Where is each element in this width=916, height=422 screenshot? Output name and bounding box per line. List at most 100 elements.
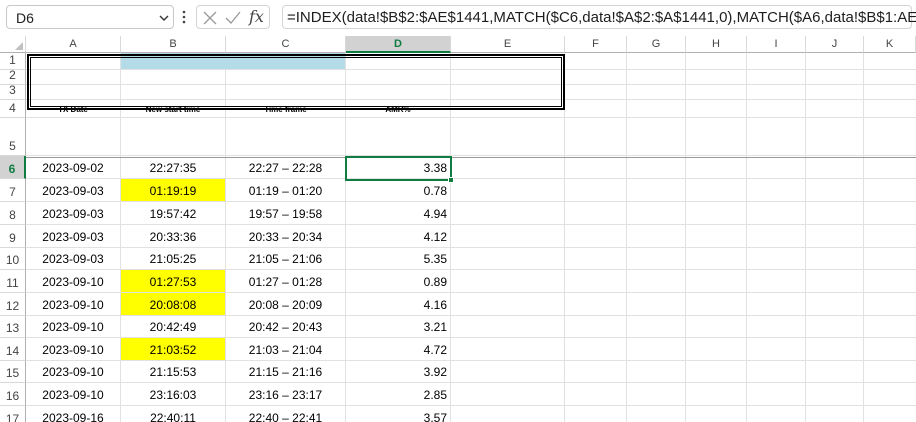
- cell-d13[interactable]: 3.21: [346, 316, 450, 337]
- cell-c12[interactable]: 20:08 – 20:09: [226, 293, 345, 315]
- active-cell-border: [345, 156, 452, 181]
- formula-buttons: 𝑓x: [196, 5, 270, 29]
- cell-c9-text: 20:33 – 20:34: [248, 230, 323, 244]
- cell-c13[interactable]: 20:42 – 20:43: [226, 316, 345, 337]
- chevron-down-icon[interactable]: [159, 13, 169, 23]
- cell-a8-text: 2023-09-03: [42, 207, 104, 221]
- row-header-3[interactable]: 3: [0, 83, 26, 100]
- column-header-i[interactable]: I: [747, 36, 806, 53]
- column-header-j[interactable]: J: [806, 36, 864, 53]
- cell-b6[interactable]: 22:27:35: [121, 156, 225, 178]
- row-header-14[interactable]: 14: [0, 338, 26, 361]
- cell-b8[interactable]: 19:57:42: [121, 202, 225, 224]
- row-header-10[interactable]: 10: [0, 248, 26, 270]
- cancel-icon[interactable]: [203, 11, 217, 25]
- cell-d14[interactable]: 4.72: [346, 338, 450, 360]
- cell-a13[interactable]: 2023-09-10: [26, 316, 120, 337]
- cell-a9[interactable]: 2023-09-03: [26, 225, 120, 247]
- fill-handle[interactable]: [448, 177, 454, 183]
- column-header-h[interactable]: H: [686, 36, 747, 53]
- cell-c11[interactable]: 01:27 – 01:28: [226, 270, 345, 292]
- name-box[interactable]: D6: [6, 5, 174, 29]
- cell-a8[interactable]: 2023-09-03: [26, 202, 120, 224]
- cell-b16[interactable]: 23:16:03: [121, 383, 225, 405]
- cell-b14[interactable]: 21:03:52: [121, 338, 225, 360]
- row-header-15[interactable]: 15: [0, 361, 26, 383]
- column-header-k[interactable]: K: [864, 36, 916, 53]
- row-header-6[interactable]: 6: [0, 156, 26, 179]
- column-header-c[interactable]: C: [226, 36, 346, 53]
- column-gridline: [863, 53, 864, 422]
- cell-d10[interactable]: 5.35: [346, 248, 450, 269]
- cell-a17[interactable]: 2023-09-16: [26, 406, 120, 422]
- cell-d11[interactable]: 0.89: [346, 270, 450, 292]
- cell-b9[interactable]: 20:33:36: [121, 225, 225, 247]
- row-number: 1: [9, 53, 16, 67]
- cell-c16[interactable]: 23:16 – 23:17: [226, 383, 345, 405]
- cell-c6[interactable]: 22:27 – 22:28: [226, 156, 345, 178]
- cell-b7[interactable]: 01:19:19: [121, 179, 225, 201]
- column-header-a[interactable]: A: [26, 36, 121, 53]
- cell-d15[interactable]: 3.92: [346, 361, 450, 382]
- cell-b11[interactable]: 01:27:53: [121, 270, 225, 292]
- row-header-11[interactable]: 11: [0, 270, 26, 293]
- cell-d9-text: 4.12: [423, 230, 447, 244]
- cell-b10[interactable]: 21:05:25: [121, 248, 225, 269]
- cell-a14[interactable]: 2023-09-10: [26, 338, 120, 360]
- cell-c9[interactable]: 20:33 – 20:34: [226, 225, 345, 247]
- column-header-f[interactable]: F: [565, 36, 627, 53]
- cell-d7[interactable]: 0.78: [346, 179, 450, 201]
- row-header-5[interactable]: 5: [0, 118, 26, 156]
- row-header-4[interactable]: 4: [0, 100, 26, 118]
- cell-c15[interactable]: 21:15 – 21:16: [226, 361, 345, 382]
- cell-c17-text: 22:40 – 22:41: [248, 411, 323, 422]
- cell-b12[interactable]: 20:08:08: [121, 293, 225, 315]
- formula-input[interactable]: =INDEX(data!$B$2:$AE$1441,MATCH($C6,data…: [282, 5, 916, 29]
- cell-d11-text: 0.89: [423, 275, 447, 289]
- row-number: 8: [9, 208, 16, 222]
- cell-c7[interactable]: 01:19 – 01:20: [226, 179, 345, 201]
- select-all-button[interactable]: [0, 36, 26, 53]
- more-vertical-icon[interactable]: [182, 9, 186, 25]
- row-header-8[interactable]: 8: [0, 202, 26, 225]
- row-number: 17: [5, 412, 20, 422]
- cell-d16[interactable]: 2.85: [346, 383, 450, 405]
- cell-c8[interactable]: 19:57 – 19:58: [226, 202, 345, 224]
- cell-d8[interactable]: 4.94: [346, 202, 450, 224]
- cell-d12[interactable]: 4.16: [346, 293, 450, 315]
- row-header-12[interactable]: 12: [0, 293, 26, 316]
- cell-a6[interactable]: 2023-09-02: [26, 156, 120, 178]
- cell-b15-text: 21:15:53: [149, 365, 197, 379]
- column-header-g[interactable]: G: [627, 36, 686, 53]
- column-gridline: [626, 53, 627, 422]
- row-header-13[interactable]: 13: [0, 316, 26, 338]
- cell-a11-text: 2023-09-10: [42, 275, 104, 289]
- cell-a15[interactable]: 2023-09-10: [26, 361, 120, 382]
- cell-a7[interactable]: 2023-09-03: [26, 179, 120, 201]
- cell-d7-text: 0.78: [423, 184, 447, 198]
- cell-b15[interactable]: 21:15:53: [121, 361, 225, 382]
- cell-a11[interactable]: 2023-09-10: [26, 270, 120, 292]
- cell-b13[interactable]: 20:42:49: [121, 316, 225, 337]
- cell-a12[interactable]: 2023-09-10: [26, 293, 120, 315]
- row-header-16[interactable]: 16: [0, 383, 26, 406]
- fx-icon[interactable]: 𝑓x: [249, 7, 264, 26]
- enter-icon[interactable]: [225, 11, 241, 25]
- column-header-d[interactable]: D: [346, 36, 451, 53]
- cell-c17[interactable]: 22:40 – 22:41: [226, 406, 345, 422]
- name-box-value: D6: [16, 10, 34, 26]
- row-header-7[interactable]: 7: [0, 179, 26, 202]
- cell-b13-text: 20:42:49: [149, 320, 197, 334]
- row-header-9[interactable]: 9: [0, 225, 26, 248]
- cell-c14[interactable]: 21:03 – 21:04: [226, 338, 345, 360]
- column-gridline: [805, 53, 806, 422]
- cell-a10[interactable]: 2023-09-03: [26, 248, 120, 269]
- column-header-b[interactable]: B: [121, 36, 226, 53]
- cell-b17[interactable]: 22:40:11: [121, 406, 225, 422]
- row-header-17[interactable]: 17: [0, 406, 26, 422]
- column-header-e[interactable]: E: [451, 36, 565, 53]
- cell-c10[interactable]: 21:05 – 21:06: [226, 248, 345, 269]
- cell-d17[interactable]: 3.57: [346, 406, 450, 422]
- cell-d9[interactable]: 4.12: [346, 225, 450, 247]
- cell-a16[interactable]: 2023-09-10: [26, 383, 120, 405]
